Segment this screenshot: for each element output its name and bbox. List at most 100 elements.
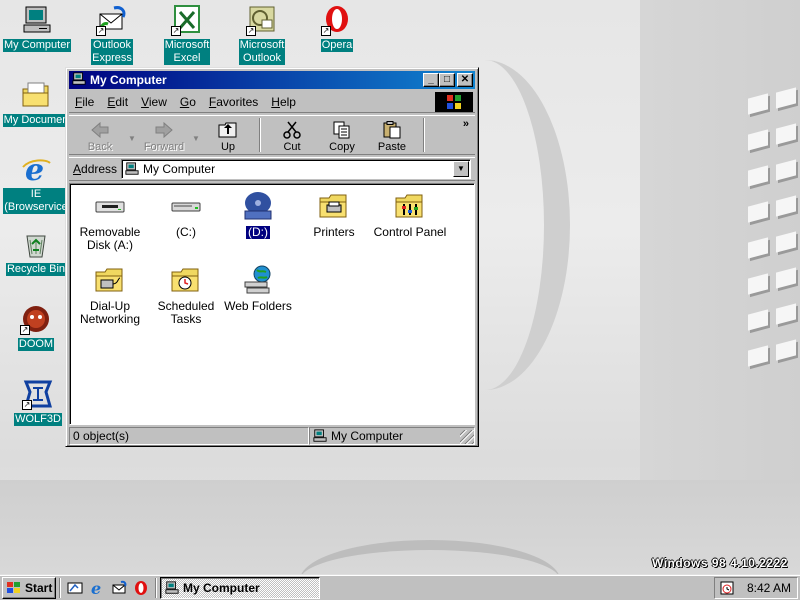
status-location-text: My Computer (331, 429, 404, 443)
forward-arrow-icon (155, 121, 173, 139)
item-drive-c[interactable]: (C:) (148, 190, 224, 239)
show-desktop-icon (67, 582, 83, 593)
copy-icon (333, 121, 350, 139)
item-dialup-networking[interactable]: Dial-Up Networking (72, 264, 148, 326)
window-icon[interactable] (72, 71, 86, 89)
close-button[interactable]: ✕ (457, 73, 473, 87)
quicklaunch-opera[interactable] (130, 577, 152, 599)
scheduled-tasks-icon (170, 264, 202, 296)
outlook-icon: ↗ (246, 4, 278, 36)
desktop-icon-label: Microsoft Outlook (238, 39, 286, 65)
toolbar-overflow-button[interactable]: » (463, 118, 469, 130)
menu-go[interactable]: Go (180, 95, 196, 109)
start-button[interactable]: Start (2, 576, 56, 599)
paste-label: Paste (377, 141, 407, 153)
item-label: Control Panel (373, 225, 447, 239)
paste-icon (383, 121, 401, 139)
opera-icon (135, 580, 147, 595)
item-label: (D:) (245, 225, 271, 240)
web-folders-icon (242, 264, 274, 296)
desktop-icon-label: Outlook Express (91, 39, 133, 65)
quicklaunch-ie[interactable]: e (86, 577, 108, 599)
desktop-icon-label: My Computer (2, 39, 72, 52)
paste-button[interactable]: Paste (367, 117, 417, 153)
menu-file[interactable]: File (75, 95, 94, 109)
desktop-icon-label: Microsoft Excel (163, 39, 211, 65)
forward-button[interactable]: Forward (139, 117, 189, 153)
dialup-networking-icon (94, 264, 126, 296)
address-dropdown-button[interactable]: ▼ (453, 161, 469, 177)
quicklaunch-show-desktop[interactable] (64, 577, 86, 599)
desktop-icon-label: Recycle Bin (5, 263, 67, 276)
quicklaunch-outlook-express[interactable] (108, 577, 130, 599)
item-control-panel[interactable]: Control Panel (372, 190, 448, 239)
back-arrow-icon (91, 121, 109, 139)
desktop-icon-opera[interactable]: ↗ Opera (301, 4, 373, 52)
item-printers[interactable]: Printers (296, 190, 372, 239)
my-computer-window[interactable]: My Computer _ □ ✕ File Edit View Go Favo… (65, 67, 479, 447)
windows-version-text: Windows 98 4.10.2222 (652, 556, 788, 570)
wolf3d-icon: ↗ (22, 378, 54, 410)
scheduler-tray-icon[interactable] (719, 580, 735, 596)
desktop-icon-outlook[interactable]: ↗ Microsoft Outlook (226, 4, 298, 65)
svg-text:e: e (25, 153, 44, 185)
file-view[interactable]: Removable Disk (A:) (C:) (D:) Printers C… (69, 183, 475, 425)
desktop-icon-wolf3d[interactable]: ↗ WOLF3D (2, 378, 74, 426)
desktop-icon-excel[interactable]: ↗ Microsoft Excel (151, 4, 223, 65)
desktop-icon-my-documents[interactable]: My Documen (0, 79, 72, 127)
menu-view[interactable]: View (141, 95, 167, 109)
menu-help[interactable]: Help (271, 95, 296, 109)
menu-edit[interactable]: Edit (107, 95, 128, 109)
maximize-button[interactable]: □ (439, 73, 455, 87)
clock[interactable]: 8:42 AM (747, 581, 791, 595)
minimize-button[interactable]: _ (423, 73, 439, 87)
desktop-icon-outlook-express[interactable]: ↗ Outlook Express (76, 4, 148, 65)
forward-label: Forward (143, 141, 185, 153)
chevron-down-icon: ▼ (457, 164, 465, 173)
taskbar-separator (155, 577, 157, 598)
resize-grip[interactable] (460, 430, 474, 444)
taskbar-button-my-computer[interactable]: My Computer (160, 576, 320, 599)
copy-button[interactable]: Copy (317, 117, 367, 153)
desktop-icon-doom[interactable]: ↗ DOOM (0, 303, 72, 351)
back-label: Back (87, 141, 113, 153)
desktop-icon-my-computer[interactable]: My Computer (1, 4, 73, 52)
back-button[interactable]: Back (75, 117, 125, 153)
up-label: Up (220, 141, 236, 153)
item-label: Scheduled Tasks (157, 299, 215, 326)
title-bar[interactable]: My Computer _ □ ✕ (69, 71, 475, 89)
windows-logo-icon (7, 581, 20, 593)
item-label: (C:) (176, 225, 196, 239)
cut-label: Cut (283, 141, 301, 153)
scissors-icon (283, 121, 301, 139)
desktop-icon-recycle-bin[interactable]: Recycle Bin (0, 228, 72, 276)
up-button[interactable]: Up (203, 117, 253, 153)
back-dropdown-icon[interactable]: ▼ (125, 134, 139, 143)
desktop-icon-ie[interactable]: e IE (Browservice (0, 153, 72, 214)
close-icon: ✕ (460, 74, 470, 85)
item-scheduled-tasks[interactable]: Scheduled Tasks (148, 264, 224, 326)
doom-icon: ↗ (20, 303, 52, 335)
folder-up-icon (218, 122, 237, 138)
svg-text:e: e (91, 580, 101, 596)
forward-dropdown-icon[interactable]: ▼ (189, 134, 203, 143)
desktop-icon-label: DOOM (17, 338, 55, 351)
cut-button[interactable]: Cut (267, 117, 317, 153)
menu-favorites[interactable]: Favorites (209, 95, 258, 109)
desktop-icon-label: My Documen (2, 114, 70, 127)
address-input[interactable]: My Computer ▼ (121, 159, 471, 179)
desktop-icon-label: WOLF3D (14, 413, 62, 426)
desktop-icon-label: IE (Browservice (3, 188, 69, 214)
cd-drive-icon (242, 190, 274, 222)
item-drive-d[interactable]: (D:) (220, 190, 296, 240)
item-web-folders[interactable]: Web Folders (220, 264, 296, 313)
internet-explorer-icon: e (20, 153, 52, 188)
item-label: Printers (313, 225, 355, 239)
my-computer-icon (21, 4, 53, 36)
copy-label: Copy (329, 141, 355, 153)
menu-bar: File Edit View Go Favorites Help (69, 91, 475, 113)
item-label: Web Folders (224, 299, 292, 313)
excel-icon: ↗ (171, 4, 203, 36)
taskbar-separator (59, 577, 61, 598)
item-removable-disk[interactable]: Removable Disk (A:) (72, 190, 148, 252)
